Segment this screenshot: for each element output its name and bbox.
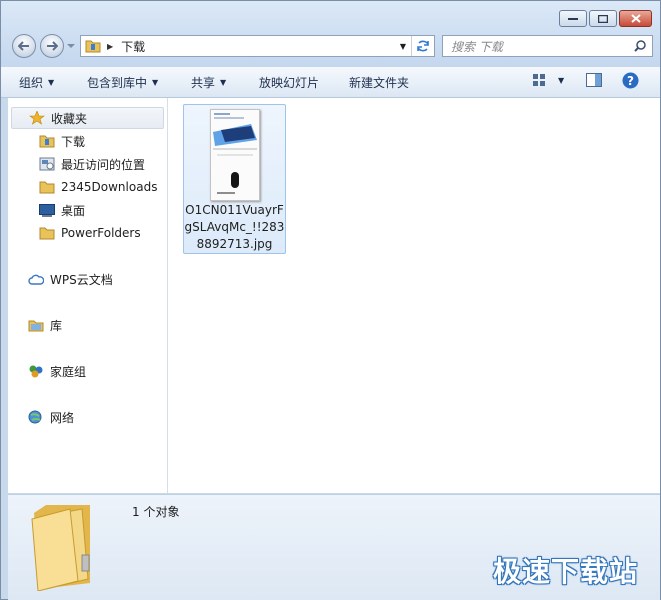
slideshow-label: 放映幻灯片 — [259, 76, 320, 90]
product-image-icon — [211, 110, 259, 200]
nav-wps-cloud[interactable]: WPS云文档 — [28, 268, 113, 290]
nav-libraries[interactable]: 库 — [28, 314, 62, 336]
nav-item-label: 下载 — [61, 134, 86, 149]
nav-wps-label: WPS云文档 — [50, 272, 113, 287]
slideshow-button[interactable]: 放映幻灯片 — [259, 74, 319, 91]
nav-homegroup[interactable]: 家庭组 — [28, 360, 86, 382]
address-bar[interactable]: ▶ 下载 ▼ — [80, 35, 435, 57]
search-input[interactable]: 搜索 下载 — [451, 38, 503, 55]
recent-places-icon — [39, 157, 55, 171]
navigation-pane: 收藏夹 下载 最近访问的位置 2345Downloads 桌面 PowerFol… — [8, 98, 168, 493]
include-label: 包含到库中 — [87, 76, 148, 90]
library-icon — [28, 320, 44, 332]
nav-favorites-label: 收藏夹 — [51, 111, 88, 126]
nav-item-downloads[interactable]: 下载 — [39, 130, 85, 152]
breadcrumb-current[interactable]: 下载 — [121, 38, 145, 55]
chevron-down-icon: ▼ — [152, 78, 159, 87]
nav-item-label: 2345Downloads — [61, 180, 158, 194]
recent-pages-dropdown-icon[interactable] — [67, 44, 75, 49]
share-menu[interactable]: 共享 ▼ — [191, 74, 226, 91]
nav-item-2345downloads[interactable]: 2345Downloads — [39, 176, 157, 198]
maximize-icon — [598, 14, 608, 23]
folder-icon — [39, 227, 55, 240]
include-in-library-menu[interactable]: 包含到库中 ▼ — [87, 74, 158, 91]
cloud-icon — [28, 274, 44, 285]
nav-item-label: 桌面 — [61, 203, 86, 218]
forward-arrow-icon — [47, 41, 58, 51]
share-label: 共享 — [191, 76, 216, 90]
window-controls — [557, 10, 652, 27]
svg-text:?: ? — [627, 74, 634, 88]
address-dropdown-icon[interactable]: ▼ — [400, 42, 406, 51]
watermark-logo: 极速下载站 — [492, 555, 638, 588]
chevron-down-icon: ▼ — [558, 75, 565, 85]
nav-item-powerfolders[interactable]: PowerFolders — [39, 222, 141, 244]
view-grid-icon — [533, 74, 545, 86]
new-folder-label: 新建文件夹 — [349, 76, 410, 90]
nav-item-desktop[interactable]: 桌面 — [39, 199, 85, 221]
desktop-icon — [39, 204, 55, 217]
view-options-button[interactable]: ▼ — [532, 73, 564, 87]
title-bar: ▶ 下载 ▼ 搜索 下载 — [1, 1, 660, 67]
nav-favorites[interactable]: 收藏夹 — [11, 107, 164, 129]
forward-button[interactable] — [40, 34, 64, 58]
back-arrow-icon — [18, 41, 29, 51]
new-folder-button[interactable]: 新建文件夹 — [349, 74, 409, 91]
breadcrumb-separator-icon[interactable]: ▶ — [107, 42, 113, 51]
image-thumbnail — [210, 109, 260, 201]
file-list-pane[interactable]: O1CN011VuayrFgSLAvqMc_!!2838892713.jpg — [168, 98, 660, 493]
folder-icon — [39, 181, 55, 194]
organize-label: 组织 — [19, 76, 44, 90]
search-icon[interactable] — [634, 40, 646, 52]
explorer-window: ▶ 下载 ▼ 搜索 下载 组织 ▼ 包含到库中 ▼ 共享 ▼ 放映幻灯片 新建文件夹 … — [0, 0, 661, 600]
nav-item-label: 最近访问的位置 — [61, 157, 146, 172]
preview-pane-icon — [586, 73, 602, 87]
folder-download-icon — [39, 135, 55, 148]
command-bar: 组织 ▼ 包含到库中 ▼ 共享 ▼ 放映幻灯片 新建文件夹 ▼ ? — [1, 67, 660, 98]
chevron-down-icon: ▼ — [220, 78, 227, 87]
file-name: O1CN011VuayrFgSLAvqMc_!!2838892713.jpg — [184, 203, 285, 251]
nav-network-label: 网络 — [50, 410, 75, 425]
preview-pane-button[interactable] — [586, 73, 602, 87]
network-icon — [28, 410, 42, 424]
search-box[interactable]: 搜索 下载 — [442, 35, 653, 57]
homegroup-icon — [29, 365, 43, 378]
minimize-button[interactable] — [559, 10, 587, 27]
back-button[interactable] — [12, 34, 36, 58]
large-folder-icon — [31, 505, 90, 591]
chevron-down-icon: ▼ — [48, 78, 55, 87]
close-icon — [630, 14, 641, 23]
maximize-button[interactable] — [589, 10, 617, 27]
nav-item-label: PowerFolders — [61, 226, 141, 240]
folder-download-icon — [85, 40, 101, 53]
nav-homegroup-label: 家庭组 — [50, 364, 87, 379]
close-button[interactable] — [619, 10, 652, 27]
refresh-icon — [417, 40, 429, 52]
nav-library-label: 库 — [50, 318, 63, 333]
help-button[interactable]: ? — [622, 72, 639, 89]
file-item[interactable]: O1CN011VuayrFgSLAvqMc_!!2838892713.jpg — [183, 104, 286, 254]
organize-menu[interactable]: 组织 ▼ — [19, 74, 54, 91]
nav-item-recent-places[interactable]: 最近访问的位置 — [39, 153, 145, 175]
nav-network[interactable]: 网络 — [28, 406, 74, 428]
refresh-button[interactable] — [411, 36, 434, 56]
help-icon: ? — [622, 72, 639, 89]
details-pane: 1 个对象 极速下载站 — [8, 494, 660, 600]
item-count: 1 个对象 — [132, 505, 180, 519]
minimize-icon — [568, 17, 578, 20]
star-icon — [29, 111, 45, 125]
